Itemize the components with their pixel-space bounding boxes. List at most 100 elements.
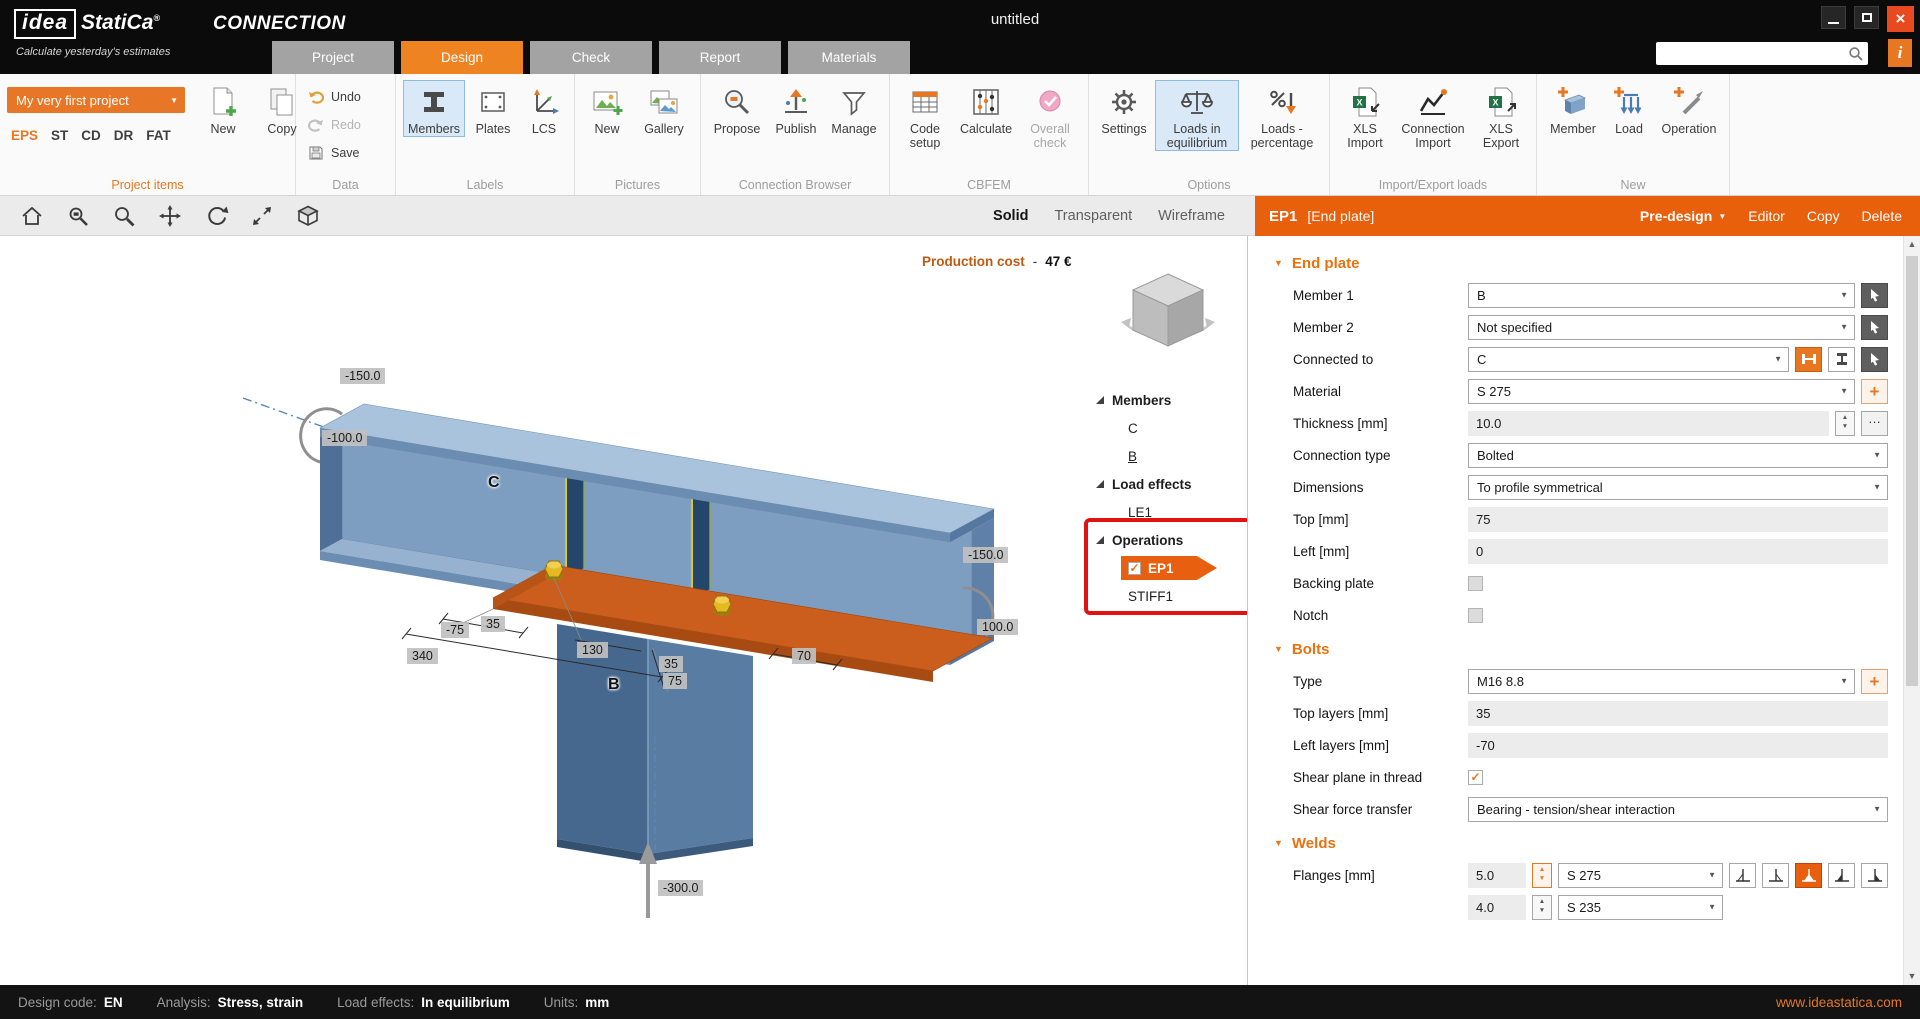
delete-operation-button[interactable]: Delete <box>1862 208 1902 224</box>
scrollbar-thumb[interactable] <box>1906 256 1918 686</box>
zoom-button[interactable] <box>108 200 140 232</box>
flanges-input[interactable]: 5.0 <box>1468 863 1526 888</box>
predesign-dropdown[interactable]: Pre-design <box>1640 208 1726 224</box>
connected-to-dropdown[interactable]: C <box>1468 347 1789 372</box>
thickness-more-button[interactable] <box>1861 411 1888 436</box>
scroll-down-icon[interactable] <box>1904 968 1920 985</box>
3d-scene[interactable] <box>0 236 1247 985</box>
weld-type-4-button[interactable] <box>1828 863 1855 888</box>
bolt-type-dropdown[interactable]: M16 8.8 <box>1468 669 1855 694</box>
top-layers-input[interactable]: 35 <box>1468 701 1888 726</box>
pan-button[interactable] <box>154 200 186 232</box>
orbit-button[interactable] <box>200 200 232 232</box>
connected-to-pick-button[interactable] <box>1861 347 1888 372</box>
undo-button[interactable]: Undo <box>307 86 388 107</box>
notch-checkbox[interactable] <box>1468 608 1483 623</box>
new-load-button[interactable]: Load <box>1605 80 1653 137</box>
tree-item-b[interactable]: B <box>1090 442 1247 470</box>
loads-percentage-button[interactable]: Loads - percentage <box>1242 80 1322 151</box>
solid-view-button[interactable] <box>292 200 324 232</box>
weld-type-2-button[interactable] <box>1762 863 1789 888</box>
maximize-button[interactable] <box>1854 6 1879 29</box>
thickness-input[interactable]: 10.0 <box>1468 411 1829 436</box>
project-items-dropdown[interactable]: My very first project <box>7 87 185 113</box>
website-link[interactable]: www.ideastatica.com <box>1776 995 1902 1010</box>
propose-button[interactable]: Propose <box>708 80 766 137</box>
section-bolts[interactable]: Bolts <box>1248 636 1920 662</box>
tree-group-members[interactable]: Members <box>1090 386 1247 414</box>
new-member-button[interactable]: Member <box>1544 80 1602 137</box>
loads-in-equilibrium-toggle[interactable]: Loads in equilibrium <box>1155 80 1239 151</box>
add-material-button[interactable] <box>1861 379 1888 404</box>
orientation-vertical-toggle[interactable] <box>1828 347 1855 372</box>
mode-fat[interactable]: FAT <box>146 128 171 143</box>
member2-dropdown[interactable]: Not specified <box>1468 315 1855 340</box>
panel-scrollbar[interactable] <box>1903 236 1920 985</box>
tab-check[interactable]: Check <box>530 41 652 74</box>
publish-button[interactable]: Publish <box>769 80 823 137</box>
connection-type-dropdown[interactable]: Bolted <box>1468 443 1888 468</box>
connection-import-button[interactable]: Connection Import <box>1396 80 1470 151</box>
add-bolt-type-button[interactable] <box>1861 669 1888 694</box>
info-button[interactable]: i <box>1888 39 1912 67</box>
zoom-selection-button[interactable] <box>62 200 94 232</box>
tree-item-c[interactable]: C <box>1090 414 1247 442</box>
display-mode-transparent[interactable]: Transparent <box>1054 208 1132 224</box>
settings-button[interactable]: Settings <box>1096 80 1152 151</box>
tree-expander-icon[interactable] <box>1096 396 1104 404</box>
webs-input[interactable]: 4.0 <box>1468 895 1526 920</box>
tab-design[interactable]: Design <box>401 41 523 74</box>
xls-export-button[interactable]: X XLS Export <box>1473 80 1529 151</box>
mode-st[interactable]: ST <box>51 128 68 143</box>
viewport-3d[interactable]: -150.0 -100.0 -150.0 100.0 -300.0 340 -7… <box>0 236 1247 985</box>
left-input[interactable]: 0 <box>1468 539 1888 564</box>
labels-members-toggle[interactable]: Members <box>403 80 465 137</box>
display-mode-solid[interactable]: Solid <box>993 208 1028 224</box>
orientation-horizontal-toggle[interactable] <box>1795 347 1822 372</box>
mode-dr[interactable]: DR <box>114 128 134 143</box>
copy-operation-button[interactable]: Copy <box>1807 208 1840 224</box>
thickness-spinner[interactable] <box>1835 411 1855 436</box>
backing-plate-checkbox[interactable] <box>1468 576 1483 591</box>
flanges-material-dropdown[interactable]: S 275 <box>1558 863 1723 888</box>
weld-type-3-button[interactable] <box>1795 863 1822 888</box>
new-operation-button[interactable]: Operation <box>1656 80 1722 137</box>
labels-plates-toggle[interactable]: Plates <box>468 80 518 137</box>
labels-lcs-toggle[interactable]: LCS <box>521 80 567 137</box>
weld-type-1-button[interactable] <box>1729 863 1756 888</box>
manage-button[interactable]: Manage <box>826 80 882 137</box>
picture-new-button[interactable]: New <box>582 80 632 137</box>
search-input[interactable] <box>1664 47 1848 61</box>
webs-spinner[interactable] <box>1532 895 1552 920</box>
tree-group-load-effects[interactable]: Load effects <box>1090 470 1247 498</box>
left-layers-input[interactable]: -70 <box>1468 733 1888 758</box>
webs-material-dropdown[interactable]: S 235 <box>1558 895 1723 920</box>
close-button[interactable] <box>1887 6 1914 32</box>
redo-button[interactable]: Redo <box>307 114 388 135</box>
overall-check-button[interactable]: Overall check <box>1019 80 1081 151</box>
tree-expander-icon[interactable] <box>1096 480 1104 488</box>
view-cube[interactable] <box>1115 260 1221 371</box>
tab-report[interactable]: Report <box>659 41 781 74</box>
xls-import-button[interactable]: X XLS Import <box>1337 80 1393 151</box>
tab-materials[interactable]: Materials <box>788 41 910 74</box>
save-button[interactable]: Save <box>307 142 388 163</box>
code-setup-button[interactable]: Code setup <box>897 80 953 151</box>
member1-dropdown[interactable]: B <box>1468 283 1855 308</box>
calculate-button[interactable]: Calculate <box>956 80 1016 151</box>
home-view-button[interactable] <box>16 200 48 232</box>
new-project-item-button[interactable]: New <box>195 80 251 143</box>
tab-project[interactable]: Project <box>272 41 394 74</box>
material-dropdown[interactable]: S 275 <box>1468 379 1855 404</box>
member2-pick-button[interactable] <box>1861 315 1888 340</box>
mode-eps[interactable]: EPS <box>11 128 38 143</box>
top-input[interactable]: 75 <box>1468 507 1888 532</box>
flanges-spinner[interactable] <box>1532 863 1552 888</box>
display-mode-wireframe[interactable]: Wireframe <box>1158 208 1225 224</box>
shear-transfer-dropdown[interactable]: Bearing - tension/shear interaction <box>1468 797 1888 822</box>
member1-pick-button[interactable] <box>1861 283 1888 308</box>
mode-cd[interactable]: CD <box>81 128 101 143</box>
gallery-button[interactable]: Gallery <box>635 80 693 137</box>
section-welds[interactable]: Welds <box>1248 830 1920 856</box>
zoom-fit-button[interactable] <box>246 200 278 232</box>
